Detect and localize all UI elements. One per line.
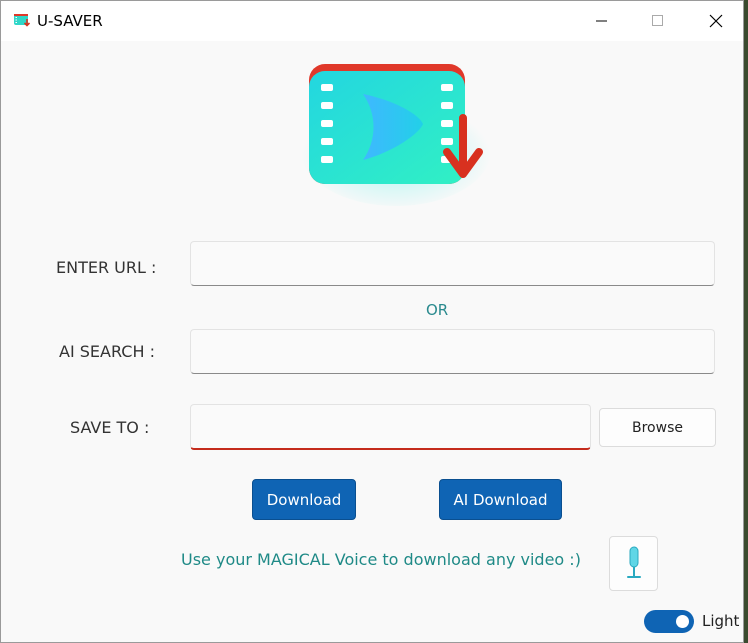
theme-toggle-label: Light <box>702 612 740 630</box>
theme-toggle[interactable] <box>644 610 694 633</box>
title-bar: U-SAVER <box>1 1 743 41</box>
voice-hint-text: Use your MAGICAL Voice to download any v… <box>181 550 581 569</box>
maximize-button[interactable] <box>635 1 681 41</box>
app-window: U-SAVER ENTER URL: OR AI SEARCH: SAVE … <box>0 0 744 643</box>
microphone-icon <box>626 546 641 578</box>
app-logo-icon <box>14 14 31 27</box>
ai-search-input[interactable] <box>190 329 715 374</box>
minimize-button[interactable] <box>579 1 625 41</box>
maximize-icon <box>652 15 663 26</box>
download-button[interactable]: Download <box>252 479 356 520</box>
save-path-input[interactable] <box>190 404 591 450</box>
url-input[interactable] <box>190 241 715 286</box>
voice-button[interactable] <box>609 536 658 591</box>
close-icon <box>709 14 723 28</box>
ai-download-button[interactable]: AI Download <box>439 479 562 520</box>
toggle-knob <box>676 615 689 628</box>
browse-button[interactable]: Browse <box>599 408 716 447</box>
url-label: ENTER URL : <box>56 258 157 277</box>
save-to-label: SAVE TO : <box>70 418 150 437</box>
ai-search-label: AI SEARCH : <box>59 342 155 361</box>
window-title: U-SAVER <box>37 12 103 30</box>
video-download-logo-icon <box>301 64 491 206</box>
close-button[interactable] <box>693 1 739 41</box>
minimize-icon <box>596 20 607 22</box>
or-separator: OR <box>426 301 449 319</box>
